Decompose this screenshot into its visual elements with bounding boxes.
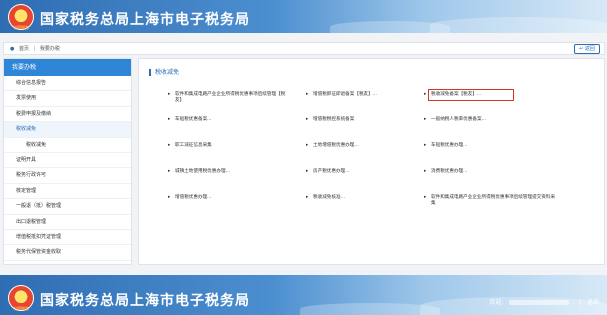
bullet-icon: ▸ — [168, 143, 171, 148]
header-decoration — [430, 17, 607, 33]
bullet-icon: ▸ — [306, 143, 309, 148]
bullet-icon: ▸ — [168, 92, 171, 97]
logout-link[interactable]: 退出 — [587, 299, 599, 306]
bullet-icon: ▸ — [306, 117, 309, 122]
sidebar-item[interactable]: 证明开具 — [4, 153, 131, 169]
bullet-icon: ▸ — [424, 92, 427, 97]
location-pin-icon: ● — [10, 46, 15, 52]
sidebar-item[interactable]: 税务行政许可 — [4, 168, 131, 184]
sidebar-item-active[interactable]: 税收减免 — [4, 122, 131, 138]
bullet-icon: ▸ — [424, 117, 427, 122]
bullet-icon: ▸ — [424, 195, 427, 200]
breadcrumb-current: 我要办税 — [39, 46, 60, 52]
user-bar: 欢迎, | 退出 — [489, 297, 599, 306]
service-link[interactable]: ▸ 税收减免核准... — [306, 195, 428, 201]
sidebar-subitem[interactable]: 税收减免 — [4, 138, 131, 153]
breadcrumb-separator: | — [33, 46, 36, 52]
bullet-icon: ▸ — [306, 169, 309, 174]
bullet-icon: ▸ — [306, 92, 309, 97]
bullet-icon: ▸ — [168, 169, 171, 174]
username-redacted — [509, 300, 570, 305]
bullet-icon: ▸ — [168, 117, 171, 122]
service-link[interactable]: ▸ 增值税即征即退备案【税友】... — [306, 92, 428, 98]
site-title: 国家税务总局上海市电子税务局 — [40, 12, 250, 28]
service-link[interactable]: ▸ 土地增值税优惠办理... — [306, 143, 428, 149]
bullet-icon: ▸ — [424, 169, 427, 174]
sidebar-item[interactable]: 税费申报及缴纳 — [4, 107, 131, 123]
site-header-secondary: 中国税务 国家税务总局上海市电子税务局 欢迎, | 退出 — [0, 275, 607, 315]
divider: | — [579, 299, 582, 306]
service-link[interactable]: ▸ 增值税优惠办理... — [168, 195, 290, 201]
back-button-label: 返回 — [584, 46, 595, 52]
breadcrumb-home[interactable]: 首页 — [19, 46, 29, 52]
sidebar-item[interactable]: 发票使用 — [4, 91, 131, 107]
site-header: 中国税务 国家税务总局上海市电子税务局 — [0, 0, 607, 33]
sidebar-item[interactable]: 综合信息报告 — [4, 76, 131, 92]
service-link[interactable]: ▸ 城镇土地使用税优惠办理... — [168, 169, 290, 175]
back-arrow-icon: ↩ — [579, 46, 584, 52]
emblem-caption: 中国税务 — [13, 306, 29, 311]
header-decoration — [300, 303, 440, 315]
site-title: 国家税务总局上海市电子税务局 — [40, 293, 250, 309]
service-link-highlighted[interactable]: ▸ 税收减免备案【税友】... — [424, 89, 514, 101]
sidebar-item[interactable]: 税务代保管资金收取 — [4, 245, 131, 261]
greeting-text: 欢迎, — [489, 299, 504, 306]
service-link[interactable]: ▸ 增值税税控系统备案 — [306, 117, 428, 123]
sidebar-item[interactable]: 核定管理 — [4, 184, 131, 200]
bullet-icon: ▸ — [168, 195, 171, 200]
back-button[interactable]: ↩ 返回 — [574, 44, 600, 54]
service-link[interactable]: ▸ 车船税优惠办理... — [424, 143, 571, 149]
sidebar-item[interactable]: 增值税抵扣凭证管理 — [4, 230, 131, 246]
service-link[interactable]: ▸ 职工减征信息采集 — [168, 143, 290, 149]
sidebar-title: 我要办税 — [4, 59, 131, 76]
sidebar-item[interactable]: 一般退（抵）税管理 — [4, 199, 131, 215]
service-link[interactable]: ▸ 车船税优惠备案... — [168, 117, 290, 123]
sidebar: 我要办税 综合信息报告 发票使用 税费申报及缴纳 税收减免 税收减免 证明开具 … — [3, 58, 132, 265]
service-link[interactable]: ▸ 房产税优惠办理... — [306, 169, 428, 175]
breadcrumb-bar: ● 首页 | 我要办税 ↩ 返回 — [3, 42, 605, 55]
emblem-caption: 中国税务 — [13, 25, 29, 30]
main-panel: 税收减免 ▸ 软件和集成电路产业企业所得税优惠事项后续管理【税友】 ▸ 增值税即征即… — [138, 58, 605, 265]
section-title: 税收减免 — [149, 69, 179, 76]
sidebar-item[interactable]: 出口退税管理 — [4, 215, 131, 230]
breadcrumb: ● 首页 | 我要办税 — [10, 45, 60, 52]
service-link[interactable]: ▸ 软件和集成电路产业企业所得税优惠事项后续管理提交资料采集 — [424, 195, 556, 207]
bullet-icon: ▸ — [424, 143, 427, 148]
service-link[interactable]: ▸ 软件和集成电路产业企业所得税优惠事项后续管理【税友】 — [168, 92, 290, 104]
service-link[interactable]: ▸ 消费税优惠办理... — [424, 169, 571, 175]
service-link[interactable]: ▸ 一般纳税人税率优惠备案... — [424, 117, 571, 123]
bullet-icon: ▸ — [306, 195, 309, 200]
